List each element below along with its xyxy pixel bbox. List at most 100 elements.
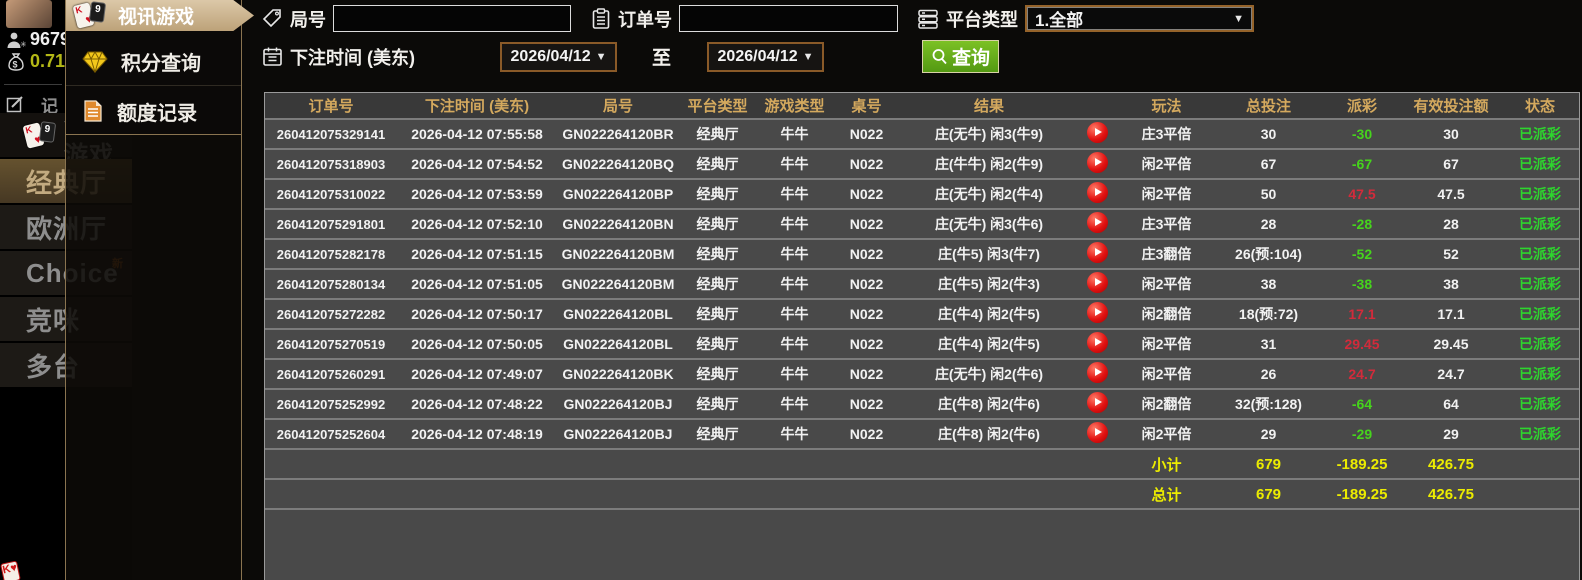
cell-payout: -28 <box>1321 209 1403 239</box>
cell-game: 牛牛 <box>756 359 833 389</box>
date-from-value: 2026/04/12 <box>511 48 591 66</box>
replay-play-icon[interactable] <box>1087 182 1108 203</box>
cell-bet: 38 <box>1216 269 1321 299</box>
diamond-icon <box>82 51 108 73</box>
subtotal-total-bet: 679 <box>1216 449 1321 479</box>
table-row: 2604120752918012026-04-12 07:52:10GN0222… <box>265 209 1580 239</box>
cell-valid: 28 <box>1403 209 1499 239</box>
cell-payout: 29.45 <box>1321 329 1403 359</box>
cell-game: 牛牛 <box>756 419 833 449</box>
cell-round: GN022264120BM <box>557 269 679 299</box>
cell-result: 庄(牛牛) 闲2(牛9) <box>900 149 1078 179</box>
tab-video-games[interactable]: K♥9 视讯游戏 <box>66 0 254 31</box>
table-row: 2604120752801342026-04-12 07:51:05GN0222… <box>265 269 1580 299</box>
cell-round: GN022264120BL <box>557 299 679 329</box>
platform-type-select[interactable]: 1.全部 ▼ <box>1025 5 1254 32</box>
document-icon <box>82 99 104 123</box>
cell-valid: 47.5 <box>1403 179 1499 209</box>
search-icon <box>931 48 948 65</box>
replay-play-icon[interactable] <box>1087 212 1108 233</box>
cell-result: 庄(无牛) 闲2(牛4) <box>900 179 1078 209</box>
grand-total-payout: -189.25 <box>1321 479 1403 509</box>
replay-play-icon[interactable] <box>1087 242 1108 263</box>
cell-round: GN022264120BJ <box>557 419 679 449</box>
cell-play: 闲2平倍 <box>1117 359 1216 389</box>
cell-play: 庄3平倍 <box>1117 119 1216 149</box>
replay-play-icon[interactable] <box>1087 422 1108 443</box>
table-row: 2604120753291412026-04-12 07:55:58GN0222… <box>265 119 1580 149</box>
playing-cards-icon: K♥9 <box>24 121 60 151</box>
order-number-input[interactable] <box>679 5 898 32</box>
cell-payout: 24.7 <box>1321 359 1403 389</box>
cell-order: 260412075260291 <box>265 359 397 389</box>
cell-table: N022 <box>833 179 900 209</box>
avatar[interactable] <box>6 0 52 28</box>
cell-platform: 经典厅 <box>679 239 756 269</box>
cell-game: 牛牛 <box>756 269 833 299</box>
cell-result: 庄(无牛) 闲2(牛6) <box>900 359 1078 389</box>
replay-play-icon[interactable] <box>1087 302 1108 323</box>
cell-round: GN022264120BK <box>557 359 679 389</box>
clipboard-icon <box>591 8 611 30</box>
cell-payout: -64 <box>1321 389 1403 419</box>
cell-play: 闲2平倍 <box>1117 419 1216 449</box>
cell-valid: 38 <box>1403 269 1499 299</box>
cell-table: N022 <box>833 329 900 359</box>
cell-result: 庄(牛5) 闲3(牛7) <box>900 239 1078 269</box>
replay-play-icon[interactable] <box>1087 332 1108 353</box>
tag-icon <box>262 8 283 29</box>
cell-game: 牛牛 <box>756 329 833 359</box>
cell-bet: 67 <box>1216 149 1321 179</box>
date-from-select[interactable]: 2026/04/12 ▼ <box>500 42 617 72</box>
cell-table: N022 <box>833 119 900 149</box>
replay-play-icon[interactable] <box>1087 362 1108 383</box>
spacer-cell <box>1499 479 1580 509</box>
cell-status: 已派彩 <box>1499 269 1580 299</box>
cell-order: 260412075329141 <box>265 119 397 149</box>
search-button[interactable]: 查询 <box>922 40 999 73</box>
replay-play-icon[interactable] <box>1087 392 1108 413</box>
menu-item-label: 积分查询 <box>121 47 201 76</box>
cell-platform: 经典厅 <box>679 209 756 239</box>
cell-payout: -52 <box>1321 239 1403 269</box>
online-count: ✳ 9679 <box>6 29 70 50</box>
cell-table: N022 <box>833 149 900 179</box>
cell-bet: 32(预:128) <box>1216 389 1321 419</box>
replay-play-icon[interactable] <box>1087 152 1108 173</box>
cell-valid: 52 <box>1403 239 1499 269</box>
tab-label: 视讯游戏 <box>118 2 194 29</box>
column-header: 游戏类型 <box>756 93 833 119</box>
cell-platform: 经典厅 <box>679 419 756 449</box>
menu-item-credit-records[interactable]: 额度记录 <box>66 87 241 135</box>
replay-play-icon[interactable] <box>1087 272 1108 293</box>
platform-type-label: 平台类型 <box>946 6 1018 32</box>
menu-item-points-query[interactable]: 积分查询 <box>66 38 241 86</box>
cell-game: 牛牛 <box>756 389 833 419</box>
cell-replay <box>1078 119 1117 149</box>
cell-valid: 29.45 <box>1403 329 1499 359</box>
round-number-input[interactable] <box>333 5 571 32</box>
cell-round: GN022264120BL <box>557 329 679 359</box>
cell-replay <box>1078 239 1117 269</box>
person-icon: ✳ <box>6 31 26 49</box>
edit-icon <box>6 95 25 114</box>
subtotal-payout: -189.25 <box>1321 449 1403 479</box>
cell-play: 闲2平倍 <box>1117 269 1216 299</box>
cell-result: 庄(牛4) 闲2(牛5) <box>900 329 1078 359</box>
cell-table: N022 <box>833 269 900 299</box>
moneybag-icon: $ <box>6 52 26 72</box>
date-to-select[interactable]: 2026/04/12 ▼ <box>707 42 824 72</box>
chevron-down-icon: ▼ <box>1233 13 1244 25</box>
column-header: 下注时间 (美东) <box>397 93 557 119</box>
bet-table-body: 2604120753291412026-04-12 07:55:58GN0222… <box>265 119 1580 449</box>
platform-type-value: 1.全部 <box>1035 6 1083 31</box>
cell-order: 260412075280134 <box>265 269 397 299</box>
cell-time: 2026-04-12 07:51:05 <box>397 269 557 299</box>
replay-play-icon[interactable] <box>1087 122 1108 143</box>
cell-game: 牛牛 <box>756 149 833 179</box>
cell-platform: 经典厅 <box>679 179 756 209</box>
cell-time: 2026-04-12 07:50:17 <box>397 299 557 329</box>
cell-valid: 24.7 <box>1403 359 1499 389</box>
cell-bet: 29 <box>1216 419 1321 449</box>
cell-round: GN022264120BP <box>557 179 679 209</box>
